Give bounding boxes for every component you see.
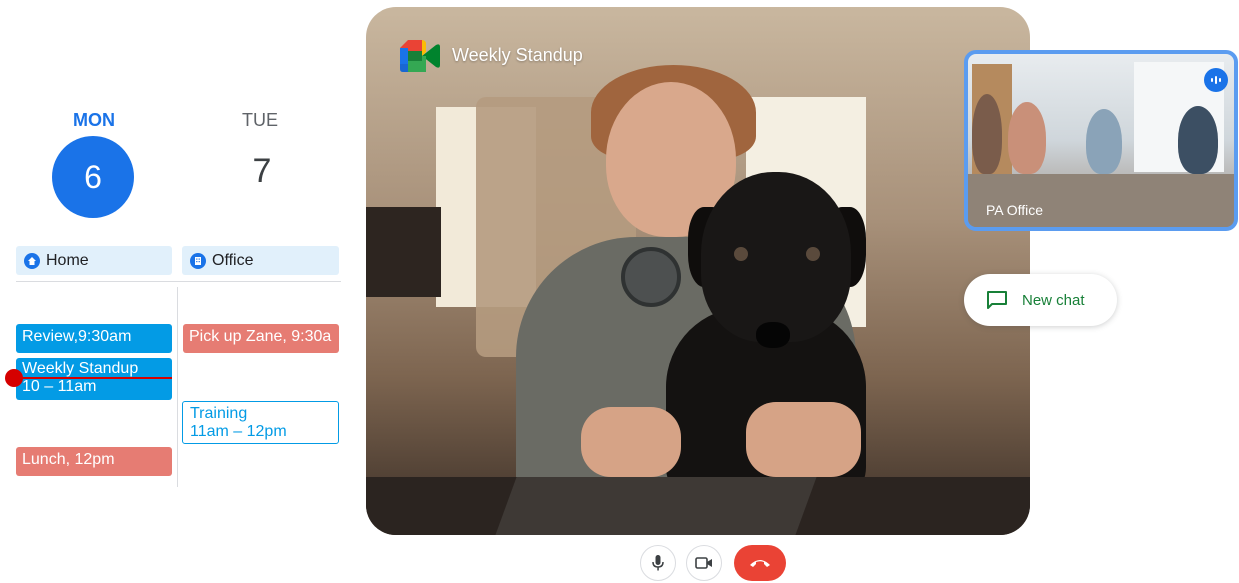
event-lunch-time: 12pm (74, 451, 115, 468)
pip-participant (1008, 102, 1046, 174)
new-chat-label: New chat (1022, 291, 1085, 309)
current-time-dot (5, 369, 23, 387)
pip-room-label: PA Office (986, 202, 1044, 218)
speaking-indicator-icon (1204, 68, 1228, 92)
event-standup-title: Weekly Standup (22, 360, 139, 377)
microphone-icon (652, 555, 664, 571)
day-number-tue[interactable]: 7 (222, 152, 302, 191)
camera-icon (695, 557, 712, 569)
meeting-title: Weekly Standup (452, 45, 583, 65)
working-location-home[interactable]: Home (16, 246, 172, 275)
event-review-time: 9:30am (78, 328, 132, 345)
calendar-divider (16, 281, 341, 282)
building-icon (190, 252, 206, 269)
location-home-label: Home (46, 251, 89, 269)
event-standup-time: 10 – 11am (22, 378, 97, 395)
day-column-divider (177, 287, 178, 487)
event-pickup-time: 9:30a (291, 328, 332, 345)
event-training[interactable]: Training 11am – 12pm (182, 401, 339, 444)
camera-button[interactable] (686, 545, 722, 581)
home-icon (24, 252, 40, 269)
day-number-today[interactable]: 6 (52, 136, 134, 218)
google-meet-icon (400, 40, 440, 72)
new-chat-button[interactable]: New chat (964, 274, 1117, 326)
pip-participant (1086, 109, 1122, 174)
video-laptop (495, 477, 817, 535)
dog-eye-left (734, 247, 748, 261)
headphones-graphic (621, 247, 681, 307)
video-background-tv (366, 207, 441, 297)
dog-head (701, 172, 851, 342)
event-lunch[interactable]: Lunch, 12pm (16, 447, 172, 476)
working-location-office[interactable]: Office (182, 246, 339, 275)
event-weekly-standup[interactable]: Weekly Standup 10 – 11am (16, 358, 172, 400)
day-name-mon: MON (73, 110, 115, 130)
participant-hand-right (746, 402, 861, 477)
day-name-tue: TUE (242, 110, 278, 130)
microphone-button[interactable] (640, 545, 676, 581)
current-time-line (16, 377, 172, 379)
pip-participant (1178, 106, 1218, 174)
event-lunch-title: Lunch, (22, 451, 71, 468)
location-office-label: Office (212, 251, 254, 269)
event-review-title: Review, (22, 328, 79, 345)
dog-eye-right (806, 247, 820, 261)
pip-video-tile[interactable]: PA Office (964, 50, 1238, 231)
main-video-tile[interactable]: Weekly Standup (366, 7, 1030, 535)
end-call-icon (750, 560, 770, 567)
event-review[interactable]: Review,9:30am (16, 324, 172, 353)
event-training-time: 11am – 12pm (190, 423, 287, 440)
event-pickup-title: Pick up Zane, (189, 328, 287, 345)
chat-icon (987, 291, 1007, 309)
dog-nose (756, 322, 790, 348)
participant-hand-left (581, 407, 681, 477)
event-pick-up-zane[interactable]: Pick up Zane, 9:30a (183, 324, 339, 353)
pip-participant (972, 94, 1002, 174)
end-call-button[interactable] (734, 545, 786, 581)
event-training-title: Training (190, 405, 248, 422)
